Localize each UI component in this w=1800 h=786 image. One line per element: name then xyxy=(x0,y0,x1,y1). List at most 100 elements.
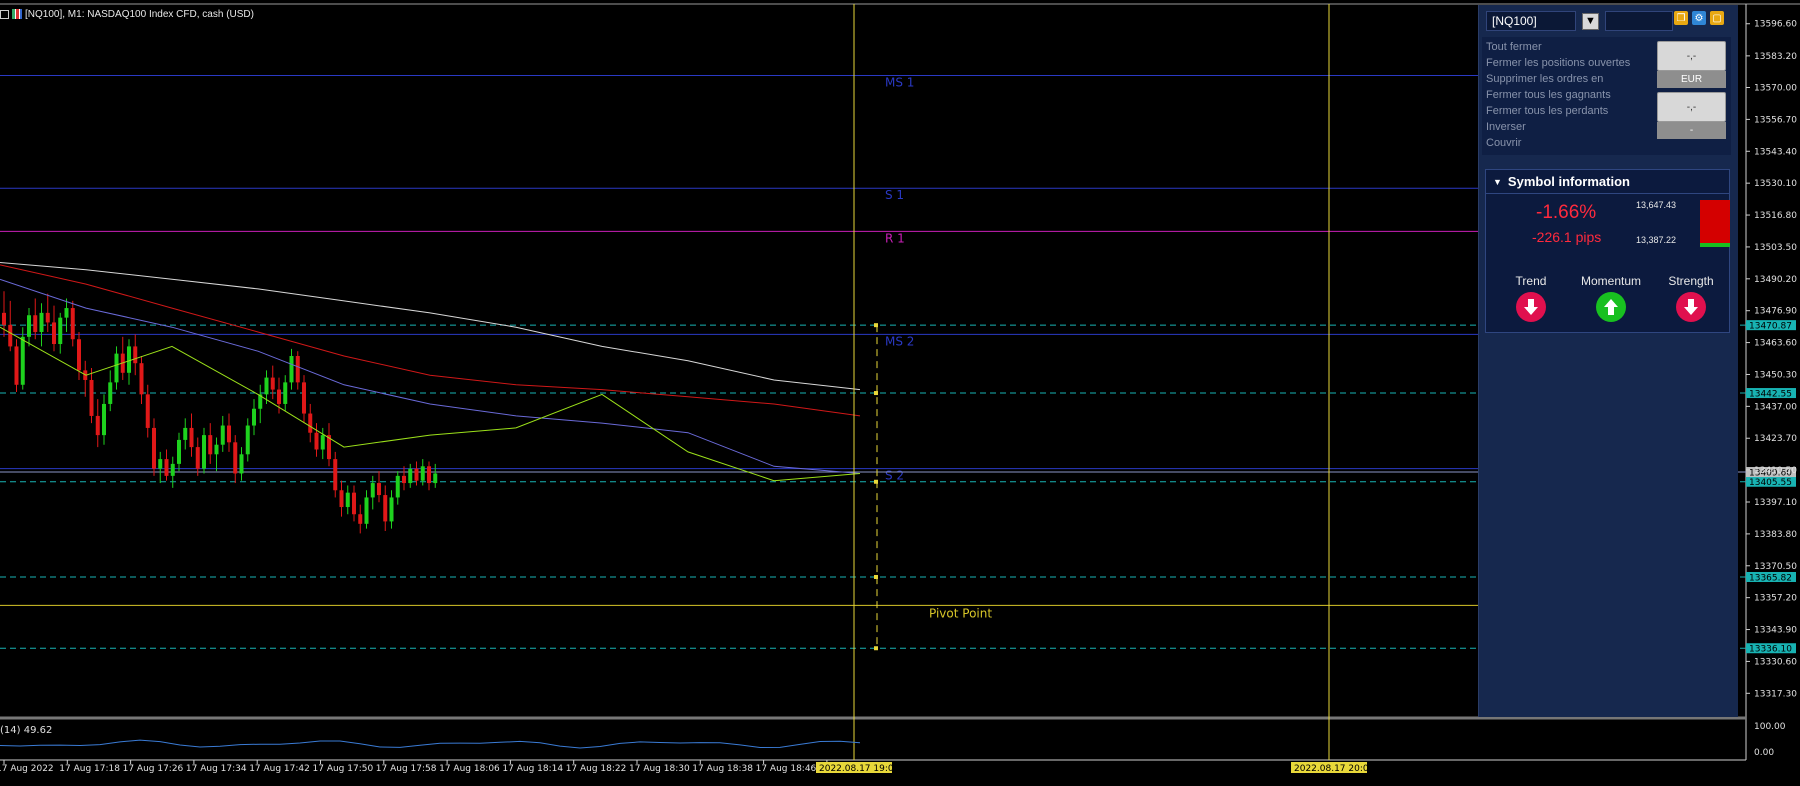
time-tick-label: 17 Aug 17:34 xyxy=(186,764,247,774)
price-tick-label: 13357.20 xyxy=(1754,594,1797,604)
time-tick-label: 17 Aug 18:46 xyxy=(756,764,817,774)
time-tick-label: 17 Aug 18:06 xyxy=(439,764,500,774)
candle-body xyxy=(45,312,50,323)
candle-body xyxy=(383,495,388,522)
price-tick-label: 13370.50 xyxy=(1754,562,1797,572)
price-tick-label: 13383.80 xyxy=(1754,530,1797,540)
price-tag-text: 13336.10 xyxy=(1749,645,1792,655)
time-tick-label: 17 Aug 18:38 xyxy=(692,764,753,774)
candle-body xyxy=(58,317,63,345)
price-tag-text: 13405.55 xyxy=(1749,478,1792,488)
candle-body xyxy=(345,492,350,508)
candle-body xyxy=(352,492,356,515)
price-tick-label: 13516.80 xyxy=(1754,211,1797,221)
collapse-icon[interactable]: ▼ xyxy=(1493,177,1502,187)
candle-body xyxy=(233,442,238,474)
candle-body xyxy=(308,413,313,433)
candle-body xyxy=(177,439,181,464)
trend-down-arrow-icon xyxy=(1516,292,1546,322)
value-pill-2[interactable]: -,- xyxy=(1657,92,1726,122)
candle-body xyxy=(295,356,300,383)
level-label: MS 2 xyxy=(885,334,914,348)
price-tag-text: 13442.55 xyxy=(1749,390,1792,400)
symbol-row: [NQ100] ▼ xyxy=(1486,9,1703,33)
value-pill-1-text: -,- xyxy=(1686,50,1697,62)
time-tick-label: 17 Aug 17:58 xyxy=(376,764,437,774)
dash-text: - xyxy=(1689,125,1694,136)
measure-handle[interactable] xyxy=(874,391,878,396)
action-hedge[interactable]: Couvrir xyxy=(1486,137,1521,149)
cursor-time-tag-text: 2022.08.17 20:00 xyxy=(1294,764,1375,774)
candle-body xyxy=(27,315,31,337)
copy-icon[interactable]: ❐ xyxy=(1674,11,1688,25)
price-tick-label: 13423.70 xyxy=(1754,434,1797,444)
chevron-down-icon[interactable]: ▼ xyxy=(1582,12,1599,30)
maximize-icon[interactable]: ▢ xyxy=(1710,11,1724,25)
action-close-losers[interactable]: Fermer tous les perdants xyxy=(1486,105,1608,117)
value-pill-1[interactable]: -,- xyxy=(1657,41,1726,71)
candle-body xyxy=(52,322,56,345)
trade-panel: [NQ100] ▼ ❐ ⚙ ▢ Tout fermer Fermer les p… xyxy=(1478,5,1738,717)
range-bar-fill xyxy=(1700,243,1730,247)
candle-body xyxy=(427,466,431,484)
candle-body xyxy=(195,447,200,469)
candle-body xyxy=(277,389,281,404)
candle-body xyxy=(127,346,131,373)
symbol-information-header[interactable]: ▼ Symbol information xyxy=(1486,170,1729,194)
day-low: 13,387.22 xyxy=(1636,235,1677,245)
action-close-all[interactable]: Tout fermer xyxy=(1486,41,1542,53)
change-percent: -1.66% xyxy=(1536,202,1597,223)
actions-box: Tout fermer Fermer les positions ouverte… xyxy=(1482,37,1731,155)
oscillator-tick-label: 100.00 xyxy=(1754,722,1786,732)
measure-handle[interactable] xyxy=(874,479,878,484)
price-tick-label: 13596.60 xyxy=(1754,20,1797,30)
price-tick-label: 13570.00 xyxy=(1754,84,1797,94)
time-tick-label: 17 Aug 18:14 xyxy=(502,764,563,774)
cursor-time-tag-text: 2022.08.17 19:00 xyxy=(819,764,900,774)
symbol-select[interactable]: [NQ100] xyxy=(1486,11,1576,31)
candle-body xyxy=(108,382,113,404)
candle-body xyxy=(114,353,119,383)
candle-body xyxy=(145,394,150,428)
candle-body xyxy=(339,490,344,508)
chart-type-icon[interactable] xyxy=(0,9,9,19)
oscillator-line xyxy=(0,739,861,749)
action-close-open-positions[interactable]: Fermer les positions ouvertes xyxy=(1486,57,1630,69)
candle-body xyxy=(245,425,250,455)
time-tick-label: 17 Aug 17:26 xyxy=(123,764,184,774)
candle-body xyxy=(264,377,269,395)
measure-handle[interactable] xyxy=(874,646,878,651)
candle-body xyxy=(252,408,256,426)
candle-body xyxy=(414,468,419,481)
symbol-input[interactable] xyxy=(1605,11,1673,31)
bars-icon[interactable] xyxy=(12,9,22,19)
action-close-winners[interactable]: Fermer tous les gagnants xyxy=(1486,89,1611,101)
candle-body xyxy=(89,379,94,416)
oscillator-tick-label: 0.00 xyxy=(1754,748,1774,758)
price-tick-label: 13530.10 xyxy=(1754,179,1797,189)
level-label: R 1 xyxy=(885,231,905,245)
measure-handle[interactable] xyxy=(874,323,878,328)
price-tick-label: 13476.90 xyxy=(1754,307,1797,317)
price-tick-label: 13317.30 xyxy=(1754,689,1797,699)
candle-body xyxy=(2,312,6,325)
gear-icon[interactable]: ⚙ xyxy=(1692,11,1706,25)
candle-body xyxy=(20,336,25,385)
candle-body xyxy=(39,312,44,333)
price-tick-label: 13543.40 xyxy=(1754,147,1797,157)
time-tick-label: 17 Aug 17:18 xyxy=(59,764,120,774)
momentum-label: Momentum xyxy=(1580,274,1642,288)
action-delete-orders[interactable]: Supprimer les ordres en xyxy=(1486,73,1603,85)
strength-down-arrow-icon xyxy=(1676,292,1706,322)
candle-body xyxy=(364,497,369,524)
level-label: MS 1 xyxy=(885,76,914,90)
candle-body xyxy=(420,466,425,481)
candle-body xyxy=(139,363,144,395)
time-tick-label: 17 Aug 17:42 xyxy=(249,764,310,774)
candle-body xyxy=(333,459,338,491)
action-reverse[interactable]: Inverser xyxy=(1486,121,1526,133)
candle-body xyxy=(389,497,394,522)
currency-text: EUR xyxy=(1680,74,1703,85)
strength-label: Strength xyxy=(1668,274,1714,288)
measure-handle[interactable] xyxy=(874,574,878,579)
